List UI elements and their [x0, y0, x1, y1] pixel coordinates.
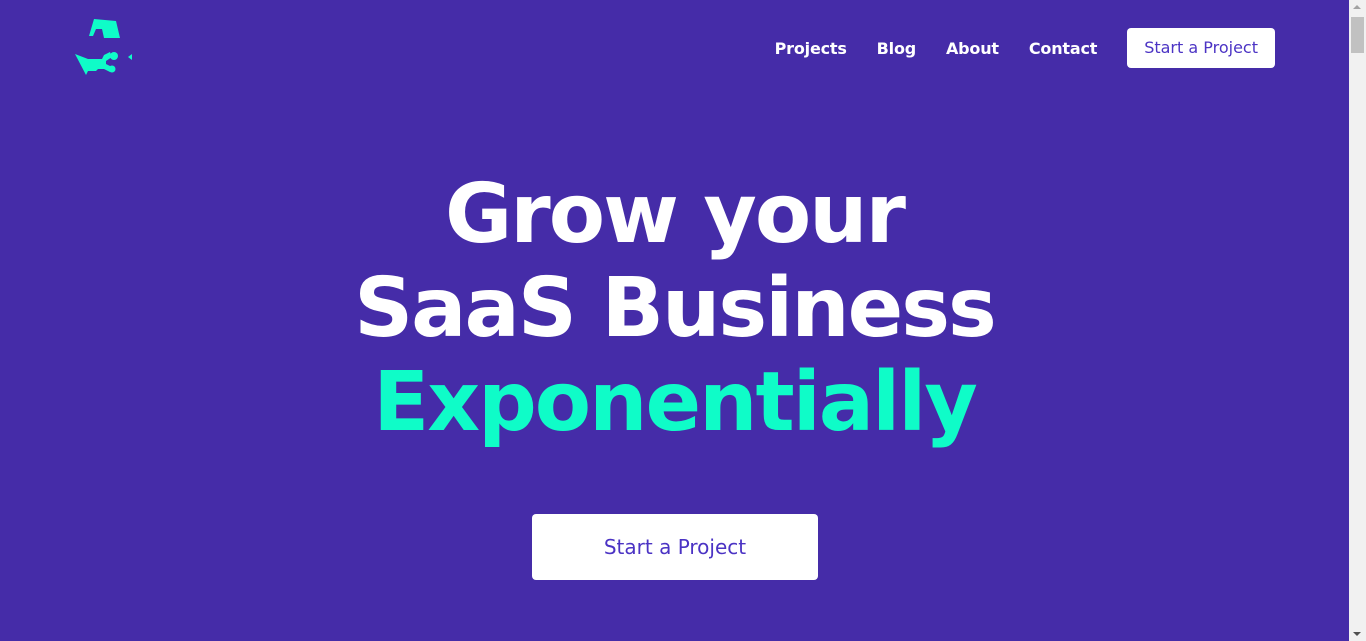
- nav-link-blog[interactable]: Blog: [877, 39, 917, 58]
- nav-link-projects[interactable]: Projects: [775, 39, 847, 58]
- hero-start-project-button[interactable]: Start a Project: [532, 514, 818, 580]
- hero-line-1: Grow your: [445, 167, 906, 262]
- scroll-up-arrow-icon[interactable]: [1353, 5, 1361, 9]
- brand-logo-icon[interactable]: [74, 19, 136, 77]
- nav-link-about[interactable]: About: [946, 39, 999, 58]
- main-nav: Projects Blog About Contact Start a Proj…: [775, 28, 1275, 68]
- hero-heading: Grow your SaaS Business Exponentially: [0, 168, 1349, 450]
- nav-link-contact[interactable]: Contact: [1029, 39, 1098, 58]
- scroll-thumb[interactable]: [1351, 17, 1364, 53]
- page-scrollbar[interactable]: [1349, 0, 1366, 641]
- nav-start-project-button[interactable]: Start a Project: [1127, 28, 1275, 68]
- hero-line-2: SaaS Business: [354, 261, 997, 356]
- landing-page: Projects Blog About Contact Start a Proj…: [0, 0, 1349, 641]
- hero-line-3-accent: Exponentially: [373, 355, 978, 450]
- scroll-down-arrow-icon[interactable]: [1353, 632, 1361, 636]
